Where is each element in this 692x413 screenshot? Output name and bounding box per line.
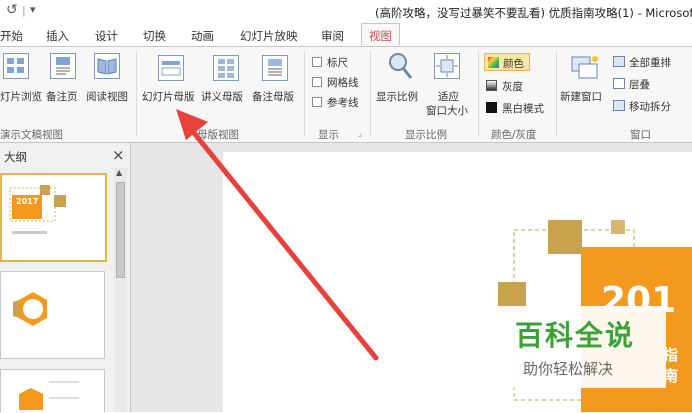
ruler-label: 标尺	[327, 57, 348, 69]
thumb-1-year: 2017	[16, 197, 39, 206]
show-group-label: 显示	[318, 129, 339, 141]
group-divider	[136, 51, 137, 137]
move-split-icon	[613, 100, 625, 111]
qat-separator: |	[22, 4, 26, 17]
color-label: 颜色	[503, 58, 524, 70]
tab-design[interactable]: 设计	[95, 28, 118, 44]
outline-tab[interactable]: 大纲	[4, 149, 27, 165]
slide-master-icon	[158, 55, 184, 81]
tab-home[interactable]: 开始	[0, 28, 23, 44]
watermark-badge: 百科全说 助你轻松解决	[493, 306, 666, 388]
color-button[interactable]: 颜色	[484, 53, 530, 71]
thumb-1-graphic	[9, 185, 66, 234]
window-group-label: 窗口	[630, 129, 651, 141]
scrollbar[interactable]: ▲	[114, 168, 127, 412]
notes-page-icon	[50, 53, 76, 79]
group-divider	[556, 51, 557, 137]
grayscale-label: 灰度	[502, 81, 523, 93]
watermark-title: 百科全说	[515, 319, 636, 352]
move-split-label: 移动拆分	[629, 101, 671, 113]
master-views-group-label: 母版视图	[197, 129, 239, 141]
thumb-2-graphic	[13, 292, 47, 326]
slide-side-text: 指南	[663, 346, 679, 385]
handout-master-icon	[213, 55, 239, 81]
new-window-label: 新建窗口	[560, 91, 602, 103]
tab-transitions[interactable]: 切换	[143, 28, 166, 44]
ribbon-tabs: 开始 插入 设计 切换 动画 幻灯片放映 审阅 视图	[0, 23, 692, 46]
presentation-views-group-label: 演示文稿视图	[0, 129, 63, 141]
cascade-icon	[613, 78, 625, 89]
slide-sorter-label: 灯片浏览	[0, 91, 42, 103]
qat-dropdown-icon[interactable]: ▾	[30, 3, 36, 16]
outline-pane-header: 大纲 ×	[0, 146, 130, 166]
outline-pane: 大纲 × ▲ 2017	[0, 143, 131, 412]
thumb-3-graphic	[19, 381, 79, 410]
group-divider	[304, 51, 305, 137]
fit-label-line2: 窗口大小	[426, 105, 468, 117]
grayscale-icon	[486, 80, 497, 91]
tab-view[interactable]: 视图	[361, 23, 400, 45]
watermark-subtitle: 助你轻松解决	[523, 360, 614, 378]
slide-thumbnail-1[interactable]: 2017	[0, 173, 107, 262]
gridlines-checkbox[interactable]	[312, 77, 322, 87]
group-divider	[370, 51, 371, 137]
cascade-label: 层叠	[629, 79, 650, 91]
notes-master-icon	[262, 55, 288, 81]
color-swatch-icon	[488, 57, 499, 68]
scroll-up-icon[interactable]: ▲	[116, 168, 122, 177]
slide-sorter-icon	[3, 53, 29, 79]
color-group-label: 颜色/灰度	[491, 129, 537, 141]
slide-master-label: 幻灯片母版	[142, 91, 195, 103]
group-divider	[478, 51, 479, 137]
tab-insert[interactable]: 插入	[46, 28, 69, 44]
fit-label-line1: 适应	[438, 91, 459, 103]
notes-page-label: 备注页	[46, 91, 78, 103]
black-white-icon	[486, 102, 497, 113]
tab-slideshow[interactable]: 幻灯片放映	[240, 28, 298, 44]
guides-checkbox[interactable]	[312, 97, 322, 107]
slide-thumbnail-2[interactable]	[0, 271, 105, 359]
gridlines-label: 网格线	[327, 77, 359, 89]
reading-view-label: 阅读视图	[86, 91, 128, 103]
reading-view-icon	[94, 53, 120, 79]
close-icon[interactable]: ×	[112, 146, 125, 164]
black-white-label: 黑白模式	[502, 103, 544, 115]
zoom-label: 显示比例	[376, 91, 418, 103]
slide-thumbnail-3[interactable]	[0, 369, 105, 412]
magnifier-icon	[389, 53, 413, 79]
ruler-checkbox[interactable]	[312, 57, 322, 67]
handout-master-label: 讲义母版	[201, 91, 243, 103]
arrange-all-icon	[613, 56, 625, 67]
title-bar: ↺ | ▾ (高阶攻略，没写过暴笑不要乱看) 优质指南攻略(1) - Micro…	[0, 0, 692, 24]
undo-icon[interactable]: ↺	[6, 2, 18, 18]
dialog-launcher-icon[interactable]: ⌟	[358, 129, 362, 138]
tab-review[interactable]: 审阅	[321, 28, 344, 44]
zoom-group-label: 显示比例	[405, 129, 447, 141]
tab-animations[interactable]: 动画	[191, 28, 214, 44]
guides-label: 参考线	[327, 97, 359, 109]
ribbon-panel: 灯片浏览 备注页 阅读视图 演示文稿视图 幻灯片母版 讲义母版 备注母版 母版视…	[0, 46, 692, 143]
fit-window-icon	[434, 53, 460, 79]
arrange-all-label: 全部重排	[629, 57, 671, 69]
scrollbar-thumb[interactable]	[116, 182, 125, 278]
new-window-icon	[571, 56, 598, 79]
window-title: (高阶攻略，没写过暴笑不要乱看) 优质指南攻略(1) - Microsof	[375, 6, 692, 20]
notes-master-label: 备注母版	[252, 91, 294, 103]
